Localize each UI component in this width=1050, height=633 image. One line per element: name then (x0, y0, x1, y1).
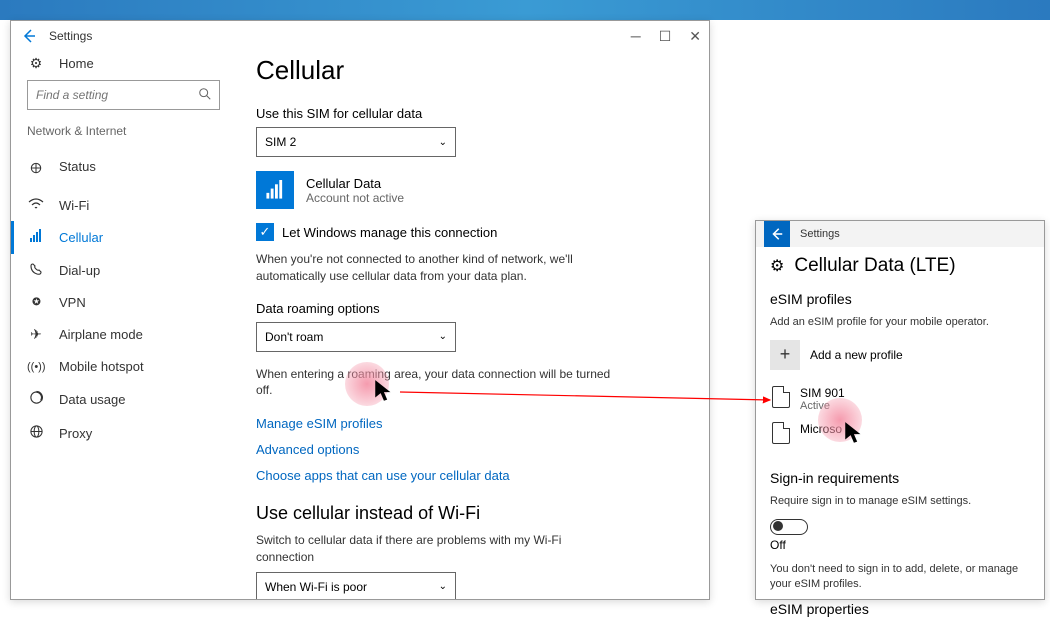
gear-icon: ⚙ (770, 256, 784, 276)
roaming-selected-value: Don't roam (265, 330, 323, 344)
signal-bars-icon (265, 180, 285, 200)
roaming-text: When entering a roaming area, your data … (256, 366, 616, 400)
add-profile-button[interactable]: + Add a new profile (770, 340, 1030, 370)
fallback-header: Use cellular instead of Wi-Fi (256, 503, 689, 524)
signin-text: You don't need to sign in to add, delete… (770, 562, 1030, 592)
sidebar-item-cellular[interactable]: Cellular (11, 221, 236, 254)
page-title: Cellular Data (LTE) (794, 255, 955, 277)
gear-icon: ⚙ (27, 55, 45, 72)
data-usage-icon (27, 390, 45, 408)
sidebar-item-label: VPN (59, 295, 86, 310)
sim-select[interactable]: SIM 2 ⌄ (256, 127, 456, 157)
desktop-background (0, 0, 1050, 20)
link-choose-apps[interactable]: Choose apps that can use your cellular d… (256, 468, 510, 483)
airplane-icon: ✈ (27, 326, 45, 343)
wifi-icon (27, 197, 45, 213)
settings-window-secondary: Settings ⚙ Cellular Data (LTE) eSIM prof… (755, 220, 1045, 600)
esim-properties-header: eSIM properties (770, 601, 1030, 617)
sim-card-icon (772, 422, 790, 444)
manage-connection-checkbox[interactable]: ✓ (256, 223, 274, 241)
sidebar-group-header: Network & Internet (11, 124, 236, 144)
chevron-down-icon: ⌄ (439, 137, 447, 148)
signin-sub: Require sign in to manage eSIM settings. (770, 494, 1030, 509)
link-advanced-options[interactable]: Advanced options (256, 442, 359, 457)
signin-header: Sign-in requirements (770, 470, 1030, 486)
back-button[interactable] (764, 221, 790, 247)
window-title: Settings (49, 29, 92, 43)
sim-card-icon (772, 386, 790, 408)
esim-profiles-header: eSIM profiles (770, 291, 1030, 307)
sidebar-item-label: Proxy (59, 426, 92, 441)
search-input[interactable] (27, 80, 220, 110)
add-profile-label: Add a new profile (810, 348, 903, 362)
fallback-label: Switch to cellular data if there are pro… (256, 532, 616, 566)
sidebar-item-vpn[interactable]: ✪ VPN (11, 287, 236, 318)
search-icon (198, 87, 212, 104)
sidebar-item-label: Wi-Fi (59, 198, 89, 213)
sidebar-item-hotspot[interactable]: ((•)) Mobile hotspot (11, 351, 236, 382)
settings-window-main: Settings ─ ☐ ✕ ⚙ Home Network & Internet… (10, 20, 710, 600)
checkbox-label: Let Windows manage this connection (282, 225, 497, 240)
plus-icon: + (770, 340, 800, 370)
tile-subtitle: Account not active (306, 191, 404, 205)
sidebar-item-dialup[interactable]: Dial-up (11, 254, 236, 287)
chevron-down-icon: ⌄ (439, 331, 447, 342)
fallback-select[interactable]: When Wi-Fi is poor ⌄ (256, 572, 456, 599)
sidebar: ⚙ Home Network & Internet 🜨 Status Wi-Fi (11, 51, 236, 599)
sidebar-item-label: Dial-up (59, 263, 100, 278)
signin-toggle[interactable] (770, 519, 808, 535)
tile-title: Cellular Data (306, 176, 404, 191)
profile-status: Active (800, 400, 845, 412)
sim-selected-value: SIM 2 (265, 135, 296, 149)
titlebar-secondary: Settings (756, 221, 1044, 247)
toggle-state: Off (770, 538, 1030, 552)
content-pane: Cellular Use this SIM for cellular data … (236, 51, 709, 599)
titlebar-main: Settings ─ ☐ ✕ (11, 21, 709, 51)
sidebar-item-label: Data usage (59, 392, 126, 407)
sidebar-item-datausage[interactable]: Data usage (11, 382, 236, 416)
page-title: Cellular (256, 55, 689, 86)
esim-profiles-sub: Add an eSIM profile for your mobile oper… (770, 315, 1030, 330)
esim-profile-row[interactable]: Microso (770, 422, 1030, 444)
close-button[interactable]: ✕ (689, 28, 701, 45)
sidebar-item-label: Cellular (59, 230, 103, 245)
fallback-selected-value: When Wi-Fi is poor (265, 580, 367, 594)
sidebar-item-home[interactable]: ⚙ Home (11, 51, 236, 80)
minimize-button[interactable]: ─ (631, 28, 641, 44)
sidebar-item-proxy[interactable]: Proxy (11, 416, 236, 450)
sidebar-item-label: Mobile hotspot (59, 359, 144, 374)
auto-use-text: When you're not connected to another kin… (256, 251, 616, 285)
cellular-tile[interactable] (256, 171, 294, 209)
sidebar-item-label: Status (59, 159, 96, 174)
cellular-icon (27, 229, 45, 246)
sidebar-item-airplane[interactable]: ✈ Airplane mode (11, 318, 236, 351)
back-button[interactable] (19, 26, 39, 46)
esim-profile-row[interactable]: SIM 901 Active (770, 386, 1030, 412)
chevron-down-icon: ⌄ (439, 581, 447, 592)
back-arrow-icon (770, 227, 784, 241)
profile-name: SIM 901 (800, 386, 845, 400)
use-sim-label: Use this SIM for cellular data (256, 106, 689, 121)
profile-name: Microso (800, 422, 842, 436)
sidebar-item-label: Airplane mode (59, 327, 143, 342)
roaming-label: Data roaming options (256, 301, 689, 316)
back-arrow-icon (21, 28, 37, 44)
maximize-button[interactable]: ☐ (659, 28, 672, 45)
proxy-icon (27, 424, 45, 442)
window-title: Settings (800, 228, 840, 240)
vpn-icon: ✪ (27, 297, 45, 308)
sidebar-item-status[interactable]: 🜨 Status (11, 144, 236, 189)
roaming-select[interactable]: Don't roam ⌄ (256, 322, 456, 352)
phone-icon (27, 262, 45, 279)
sidebar-item-wifi[interactable]: Wi-Fi (11, 189, 236, 221)
home-label: Home (59, 56, 94, 71)
hotspot-icon: ((•)) (27, 361, 45, 373)
link-manage-esim[interactable]: Manage eSIM profiles (256, 416, 382, 431)
globe-icon: 🜨 (27, 152, 45, 181)
